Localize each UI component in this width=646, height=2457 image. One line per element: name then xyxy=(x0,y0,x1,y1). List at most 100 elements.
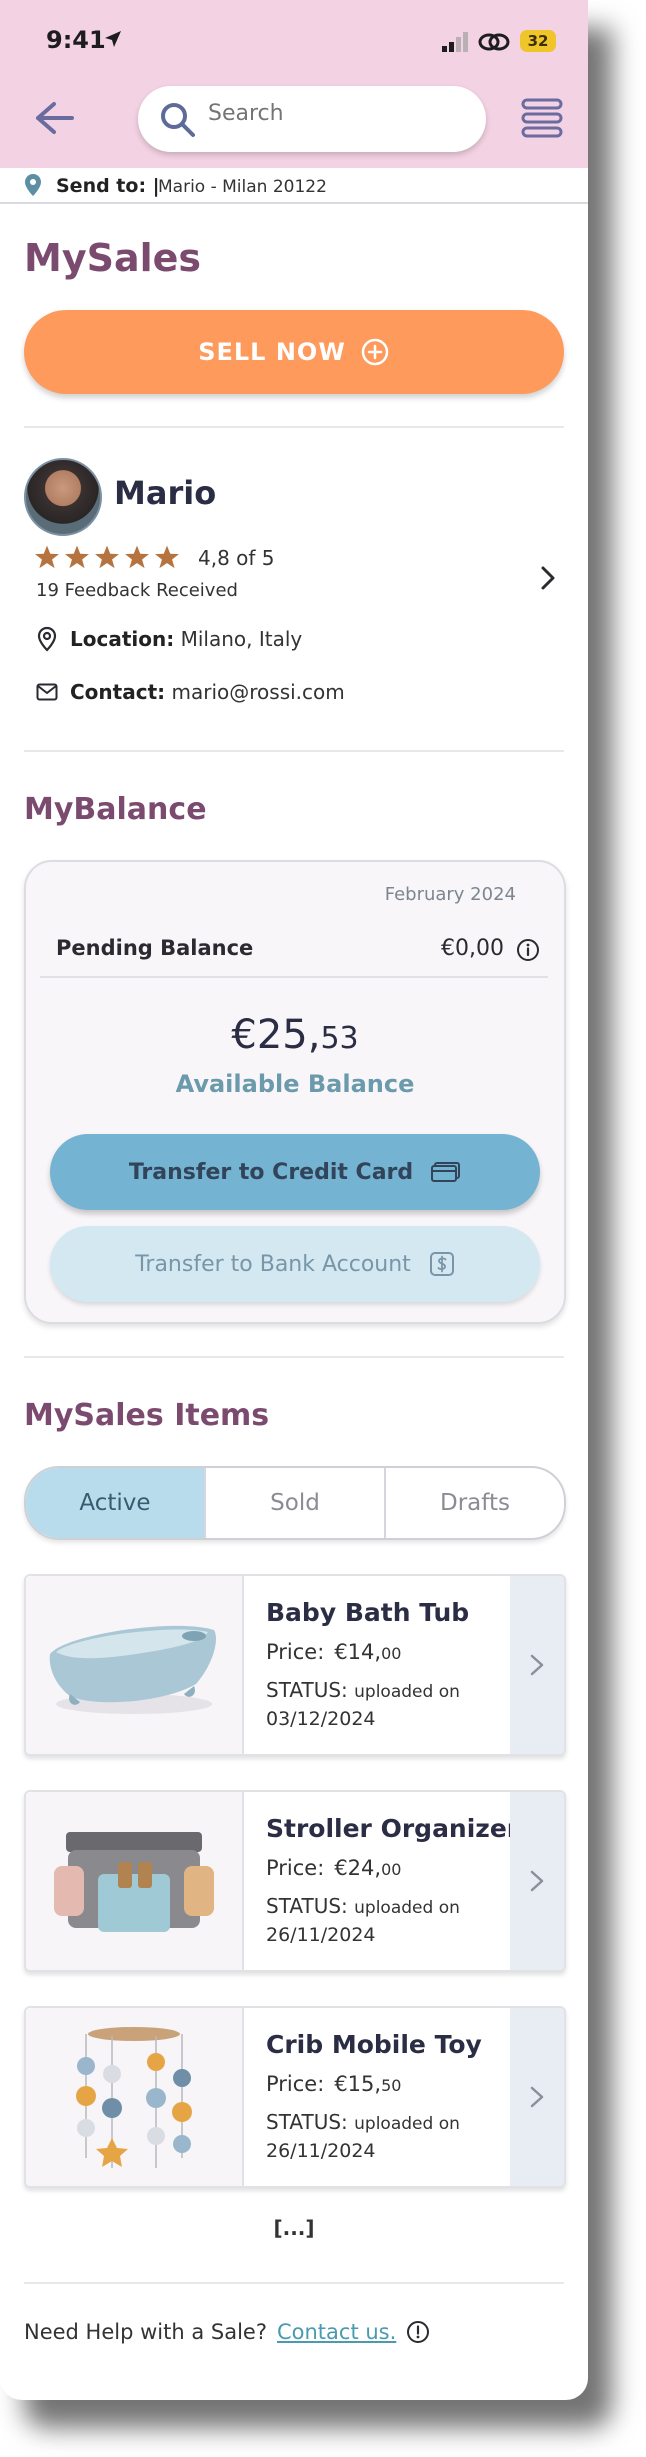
item-price-label: Price: xyxy=(266,2072,325,2096)
rating-text: 4,8 of 5 xyxy=(198,546,275,570)
transfer-bank-account-button[interactable]: Transfer to Bank Account xyxy=(50,1226,540,1302)
item-title: Stroller Organizer xyxy=(266,1814,520,1843)
item-date: 03/12/2024 xyxy=(266,1708,376,1730)
help-row: Need Help with a Sale? Contact us. xyxy=(24,2320,430,2344)
crib-mobile-image xyxy=(76,2027,192,2168)
item-price-label: Price: xyxy=(266,1640,325,1664)
page-title: MySales xyxy=(24,236,202,280)
item-price-main: €14, xyxy=(334,1640,382,1664)
tab-drafts[interactable]: Drafts xyxy=(384,1468,564,1538)
search-input[interactable] xyxy=(206,100,450,127)
available-balance-label: Available Balance xyxy=(175,1070,415,1098)
pending-balance-label: Pending Balance xyxy=(56,936,254,960)
item-price-cents: 00 xyxy=(381,1860,402,1879)
item-status-label: STATUS: xyxy=(266,2110,348,2134)
alert-icon xyxy=(407,2321,430,2343)
item-status: STATUS: uploaded on xyxy=(266,1894,460,1918)
item-card[interactable]: Crib Mobile Toy Price: €15,50 STATUS: upl… xyxy=(24,2006,566,2188)
items-tabs: Active Sold Drafts xyxy=(24,1466,566,1540)
chevron-right-icon xyxy=(530,1654,544,1676)
location-row: Location: Milano, Italy xyxy=(36,626,302,652)
header: 9:41 32 xyxy=(0,0,588,168)
location-arrow-icon xyxy=(105,31,121,47)
mail-icon xyxy=(36,683,58,701)
rating-stars xyxy=(34,544,180,570)
item-card[interactable]: Baby Bath Tub Price: €14,00 STATUS: uploa… xyxy=(24,1574,566,1756)
plus-circle-icon xyxy=(361,338,389,366)
search-bar[interactable] xyxy=(138,86,486,152)
item-status: STATUS: uploaded on xyxy=(266,1678,460,1702)
transfer-bank-account-label: Transfer to Bank Account xyxy=(135,1251,411,1277)
item-price-cents: 00 xyxy=(381,1644,402,1663)
item-price-label: Price: xyxy=(266,1856,325,1880)
map-pin-icon xyxy=(25,174,41,196)
pending-balance-value: €0,00 xyxy=(441,936,504,961)
profile-name: Mario xyxy=(114,474,217,512)
help-text: Need Help with a Sale? xyxy=(24,2320,267,2344)
available-balance-main: €25, xyxy=(231,1012,321,1058)
feedback-count: 19 Feedback Received xyxy=(36,580,238,601)
item-status-text: uploaded on xyxy=(354,1898,460,1918)
signal-icon xyxy=(442,32,468,52)
avatar xyxy=(24,458,102,536)
item-open-button[interactable] xyxy=(510,1576,564,1754)
send-to-address: Mario - Milan 20122 xyxy=(158,177,327,197)
items-section-title: MySales Items xyxy=(24,1398,270,1433)
link-icon xyxy=(478,33,510,51)
sell-now-button[interactable]: SELL NOW xyxy=(24,310,564,394)
more-items-indicator[interactable]: [...] xyxy=(0,2216,588,2240)
tab-sold[interactable]: Sold xyxy=(204,1468,384,1538)
item-price-main: €15, xyxy=(334,2072,382,2096)
send-to-bar[interactable]: Send to: | Mario - Milan 20122 xyxy=(0,168,588,204)
balance-card: February 2024 Pending Balance €0,00 €25,… xyxy=(24,860,566,1324)
item-status: STATUS: uploaded on xyxy=(266,2110,460,2134)
star-icon xyxy=(35,545,59,569)
item-price: Price: €14,00 xyxy=(266,1640,401,1664)
contact-label: Contact: xyxy=(70,680,166,704)
star-icon xyxy=(95,545,119,569)
item-date: 26/11/2024 xyxy=(266,2140,376,2162)
item-price: Price: €15,50 xyxy=(266,2072,401,2096)
status-time: 9:41 xyxy=(46,26,106,54)
item-open-button[interactable] xyxy=(510,1792,564,1970)
chevron-right-icon xyxy=(530,2086,544,2108)
back-arrow-icon[interactable] xyxy=(34,100,74,136)
item-title: Baby Bath Tub xyxy=(266,1598,470,1627)
item-open-button[interactable] xyxy=(510,2008,564,2186)
item-image-stroller-organizer xyxy=(26,1792,244,1970)
item-title: Crib Mobile Toy xyxy=(266,2030,482,2059)
chevron-right-icon[interactable] xyxy=(538,564,558,592)
dollar-icon xyxy=(429,1252,454,1276)
available-balance-amount: €25,53 xyxy=(26,1012,564,1058)
contact-us-link[interactable]: Contact us. xyxy=(277,2320,396,2344)
divider xyxy=(24,750,564,752)
menu-icon[interactable] xyxy=(520,98,564,138)
available-balance-cents: 53 xyxy=(320,1021,359,1056)
item-image-crib-mobile xyxy=(26,2008,244,2186)
stroller-organizer-image xyxy=(54,1832,214,1932)
transfer-credit-card-label: Transfer to Credit Card xyxy=(128,1159,414,1185)
item-price-main: €24, xyxy=(334,1856,382,1880)
divider xyxy=(24,1356,564,1358)
location-value: Milano, Italy xyxy=(180,627,303,651)
search-icon xyxy=(161,103,195,137)
sell-now-label: SELL NOW xyxy=(198,338,346,366)
item-status-text: uploaded on xyxy=(354,1682,460,1702)
balance-section-title: MyBalance xyxy=(24,792,207,827)
transfer-credit-card-button[interactable]: Transfer to Credit Card xyxy=(50,1134,540,1210)
contact-email[interactable]: mario@rossi.com xyxy=(172,680,345,704)
tab-active[interactable]: Active xyxy=(26,1468,204,1538)
item-status-label: STATUS: xyxy=(266,1894,348,1918)
info-icon[interactable] xyxy=(516,938,540,962)
location-pin-icon xyxy=(37,626,57,652)
item-card[interactable]: Stroller Organizer Price: €24,00 STATUS: … xyxy=(24,1790,566,1972)
contact-row: Contact: mario@rossi.com xyxy=(36,680,345,704)
chevron-right-icon xyxy=(530,1870,544,1892)
balance-date: February 2024 xyxy=(384,884,516,905)
phone-screen: 9:41 32 Send to: | Mario - Milan 20122 M… xyxy=(0,0,588,2400)
bath-tub-image xyxy=(49,1625,216,1714)
star-icon xyxy=(155,545,179,569)
item-status-text: uploaded on xyxy=(354,2114,460,2134)
divider xyxy=(24,426,564,428)
item-date: 26/11/2024 xyxy=(266,1924,376,1946)
